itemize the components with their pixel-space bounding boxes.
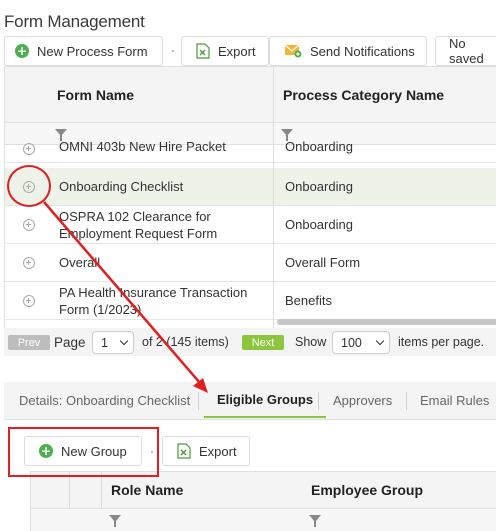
toolbar-separator (172, 50, 174, 52)
table-row[interactable]: PA Health Insurance Transaction Form (1/… (5, 282, 496, 320)
form-name-cell: PA Health Insurance Transaction Form (1/… (59, 284, 248, 317)
detail-tabs: Details: Onboarding Checklist Eligible G… (4, 382, 496, 420)
tab-divider (198, 392, 199, 410)
tab-approvers[interactable]: Approvers (333, 382, 392, 418)
filter-icon[interactable] (109, 515, 121, 527)
tab-eligible-groups[interactable]: Eligible Groups (204, 382, 327, 418)
show-label: Show (295, 335, 327, 349)
filter-icon[interactable] (55, 129, 67, 141)
form-name-cell: Onboarding Checklist (59, 179, 184, 194)
page-number-value: 1 (101, 335, 108, 350)
page-size-select[interactable]: 100 (332, 331, 390, 354)
zoom-icon[interactable] (23, 219, 35, 231)
table-row[interactable]: Onboarding Checklist Onboarding (5, 168, 496, 206)
send-notifications-button[interactable]: Send Notifications (269, 36, 427, 66)
column-header-form-name[interactable]: Form Name (57, 67, 134, 123)
new-process-form-label: New Process Form (37, 43, 148, 59)
form-name-cell: OMNI 403b New Hire Packet (59, 139, 226, 154)
zoom-icon[interactable] (23, 257, 35, 269)
table-row[interactable]: Overall Overall Form (5, 244, 496, 282)
category-cell: Onboarding (285, 179, 353, 194)
form-name-cell: Overall (59, 255, 101, 270)
eligible-groups-grid: Role Name Employee Group (30, 471, 496, 531)
annotation-rectangle (8, 427, 159, 477)
send-notifications-label: Send Notifications (310, 43, 415, 59)
chevron-down-icon (119, 336, 129, 346)
page-title: Form Management (4, 12, 145, 31)
category-cell: Onboarding (285, 139, 353, 154)
category-cell: Onboarding (285, 217, 353, 232)
forms-grid: Form Name Process Category Name OMNI 403… (4, 66, 496, 328)
form-name-cell: OSPRA 102 Clearance for Employment Reque… (59, 208, 218, 241)
items-per-page-label: items per page. (398, 335, 485, 349)
category-cell: Overall Form (285, 255, 361, 270)
table-row[interactable]: OSPRA 102 Clearance for Employment Reque… (5, 206, 496, 244)
column-header-employee-group[interactable]: Employee Group (311, 472, 423, 508)
category-cell: Benefits (285, 293, 332, 308)
new-process-form-button[interactable]: + New Process Form (4, 36, 163, 66)
zoom-icon[interactable] (23, 295, 35, 307)
export-groups-button[interactable]: Export (162, 436, 250, 466)
horizontal-scrollbar[interactable] (277, 319, 496, 325)
prev-page-button[interactable]: Prev (8, 335, 50, 350)
page-label: Page (54, 334, 86, 350)
page-count-text: of 2 (145 items) (142, 335, 229, 349)
export-groups-label: Export (199, 443, 237, 459)
tab-details[interactable]: Details: Onboarding Checklist (19, 382, 190, 418)
excel-icon (196, 43, 210, 59)
table-row[interactable]: OMNI 403b New Hire Packet Onboarding (5, 139, 496, 163)
grid-header: Form Name Process Category Name (5, 67, 496, 123)
page-number-select[interactable]: 1 (92, 331, 134, 354)
column-divider[interactable] (273, 67, 274, 328)
excel-icon (177, 443, 191, 459)
grid-pager: Prev Page 1 of 2 (145 items) Next Show 1… (4, 328, 496, 356)
filter-icon[interactable] (309, 515, 321, 527)
tab-divider (406, 392, 407, 410)
filter-icon[interactable] (281, 129, 293, 141)
export-label: Export (218, 43, 256, 59)
plus-circle-icon: + (15, 44, 29, 58)
export-button[interactable]: Export (181, 36, 269, 66)
tab-divider (318, 392, 319, 410)
envelope-icon (284, 44, 302, 58)
column-header-role-name[interactable]: Role Name (111, 472, 183, 508)
annotation-circle (7, 165, 51, 207)
saved-views-select[interactable]: No saved (435, 36, 496, 66)
sub-grid-filter-row (31, 508, 496, 531)
next-page-button[interactable]: Next (242, 335, 284, 350)
chevron-down-icon (375, 336, 385, 346)
tab-email-rules[interactable]: Email Rules (420, 382, 489, 418)
column-header-process-category[interactable]: Process Category Name (283, 67, 444, 123)
saved-views-label: No saved (449, 36, 484, 66)
zoom-icon[interactable] (23, 143, 35, 155)
page-size-value: 100 (341, 335, 362, 350)
